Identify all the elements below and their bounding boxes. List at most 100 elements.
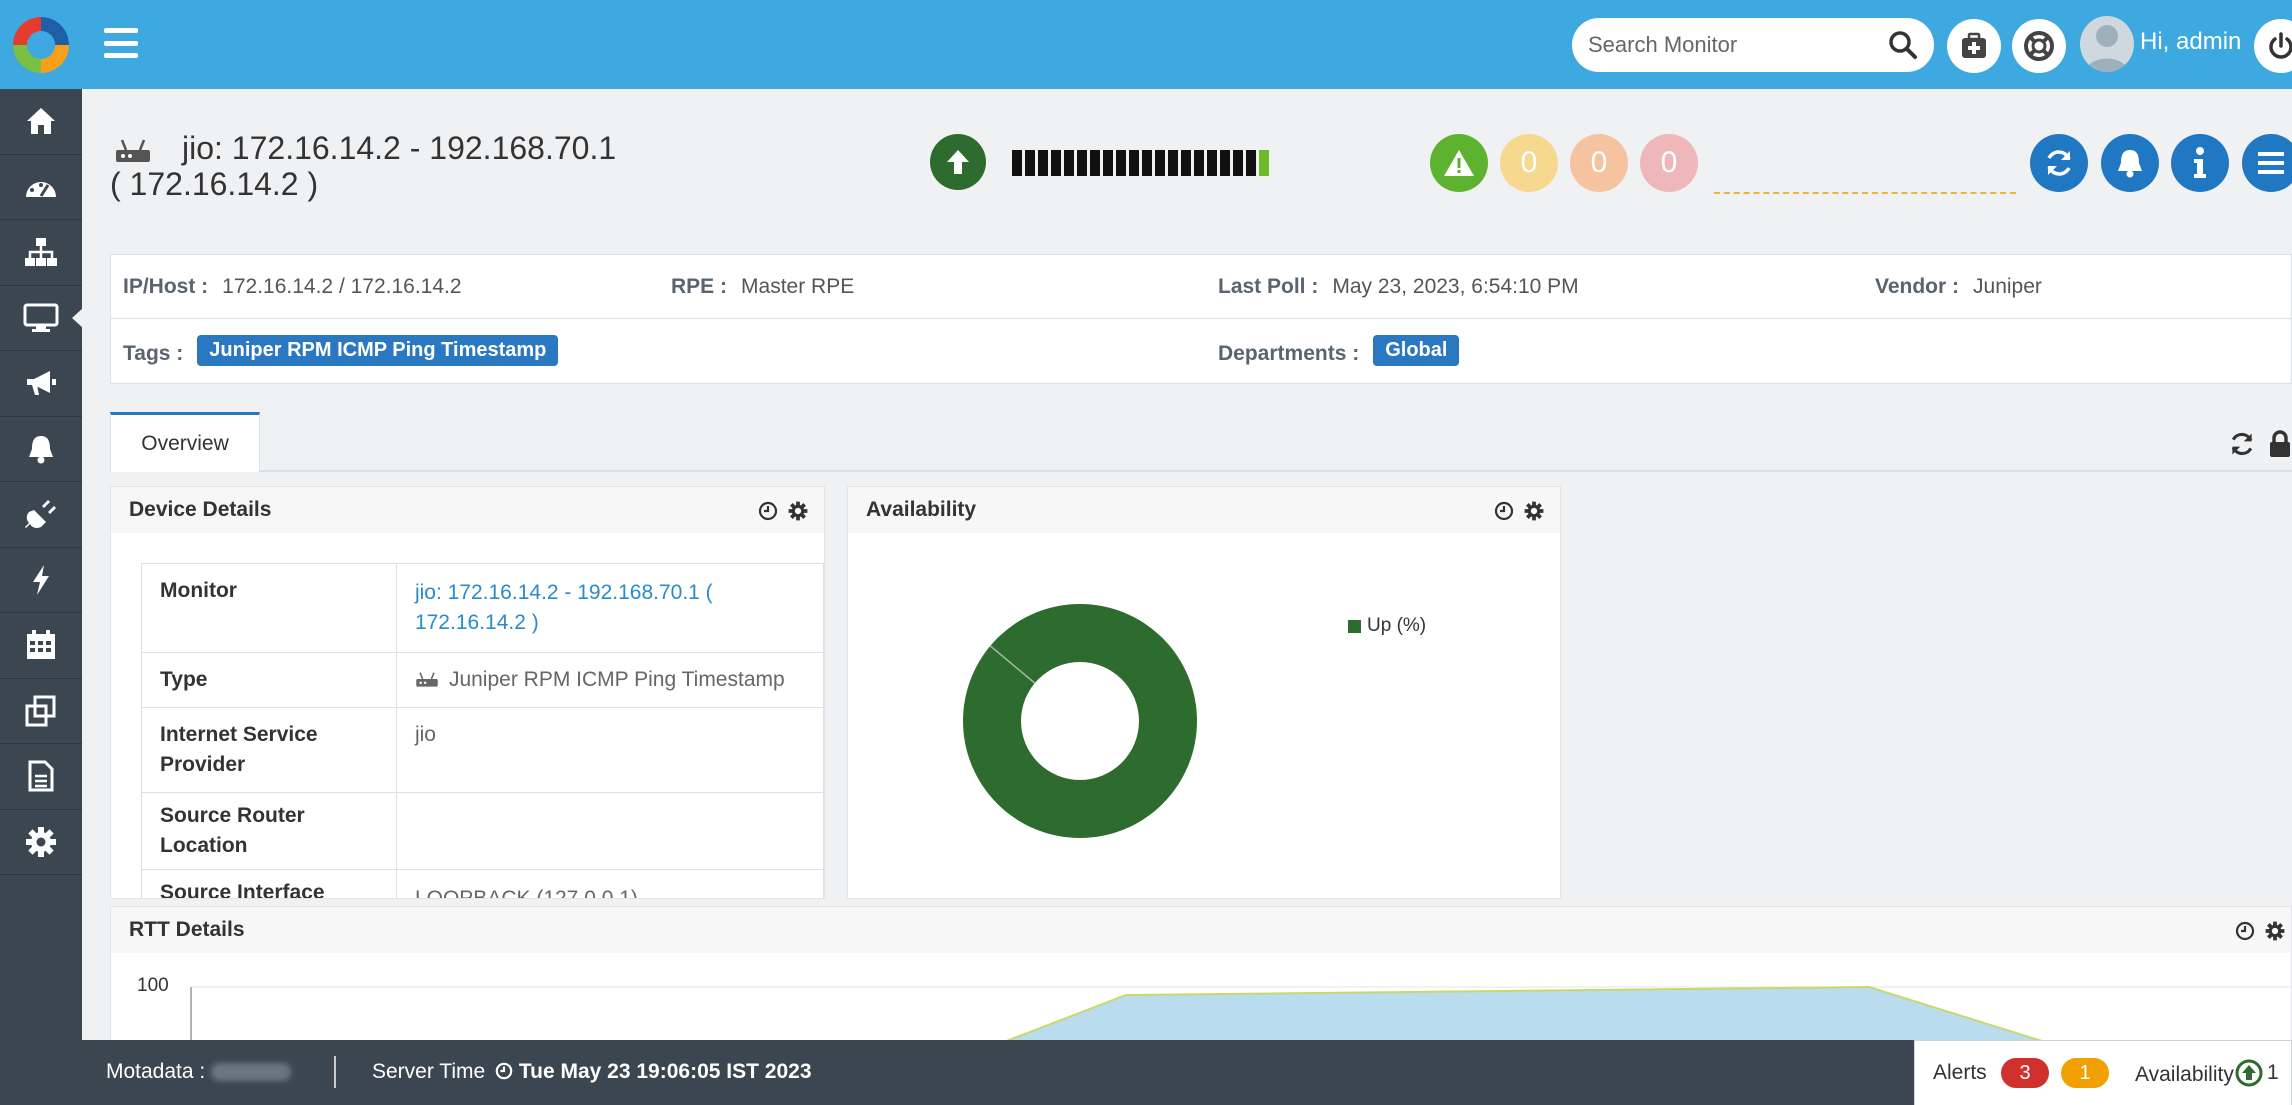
poll-status-bar [1129,150,1139,176]
poll-status-bar [1116,150,1126,176]
user-greeting[interactable]: Hi, admin [2140,28,2241,56]
lock-icon[interactable] [2268,430,2292,458]
poll-status-bar [1207,150,1217,176]
chart-legend[interactable]: Up (%) [1348,615,1426,637]
sidebar-item-home[interactable] [0,89,82,155]
search-box[interactable] [1572,18,1934,72]
legend-label: Up (%) [1367,615,1427,636]
sidebar-item-alerts[interactable] [0,417,82,482]
poll-status-bar [1051,150,1061,176]
dashboard-icon [26,181,56,197]
table-row: Internet Service Provider jio [141,707,824,793]
rtt-area-series [993,985,2058,1045]
info-icon [2194,147,2206,178]
warning-icon [1444,150,1474,176]
table-row: Source Router Location [141,792,824,870]
monitor-info-panel: IP/Host :172.16.14.2 / 172.16.14.2 RPE :… [110,254,2292,384]
tag-badge[interactable]: Juniper RPM ICMP Ping Timestamp [197,335,559,366]
poll-status-bar [1077,150,1087,176]
clock-icon [495,1062,513,1080]
warning-indicator[interactable] [1430,134,1488,192]
gear-icon[interactable] [2265,921,2285,941]
last-poll-field: Last Poll : May 23, 2023, 6:54:10 PM [1218,275,1579,298]
gear-icon[interactable] [788,501,808,521]
ip-host-field: IP/Host :172.16.14.2 / 172.16.14.2 [123,275,462,298]
widget-title: Device Details [129,498,272,521]
severity-count-critical[interactable]: 0 [1570,134,1628,192]
poll-status-bar [1090,150,1100,176]
motadata-version: Motadata : [106,1060,292,1084]
sidebar-item-settings[interactable] [0,810,82,875]
footer-divider [334,1056,336,1088]
sidebar-item-topology[interactable] [0,220,82,286]
availability-label: Availability [2135,1063,2234,1086]
poll-status-bar [1259,150,1269,176]
clock-icon[interactable] [1494,501,1514,521]
more-menu-button[interactable] [2242,134,2292,192]
sidebar-item-monitors[interactable] [0,286,83,351]
avatar[interactable] [2080,16,2134,72]
sidebar-item-reports[interactable] [0,744,82,810]
arrow-up-icon [947,150,969,174]
table-row: Type Juniper RPM ICMP Ping Timestamp [141,652,824,708]
rtt-details-widget: RTT Details 100 [110,906,2292,1046]
first-aid-button[interactable] [1947,19,2001,73]
sidebar-item-templates[interactable] [0,679,82,744]
vendor-field: Vendor : Juniper [1875,275,2042,298]
alerts-label: Alerts [1933,1061,1987,1084]
poll-status-bar [1064,150,1074,176]
alert-count-warning[interactable]: 1 [2061,1058,2109,1088]
table-row: Source Interface LOOPBACK (127.0.0.1) [141,869,824,898]
poll-status-bar [1246,150,1256,176]
list-icon [2258,152,2284,174]
bell-icon [2118,150,2142,178]
support-button[interactable] [2012,19,2066,73]
poll-status-bar [1142,150,1152,176]
clock-icon[interactable] [2235,921,2255,941]
poll-status-bar [1038,150,1048,176]
monitor-icon [23,303,59,332]
widget-header: Device Details [111,487,824,533]
widget-header: RTT Details [111,907,2291,953]
sidebar-item-plugins[interactable] [0,482,82,548]
availability-widget: Availability Up (%) [847,486,1561,899]
search-icon[interactable] [1888,30,1918,60]
info-button[interactable] [2171,134,2229,192]
sidebar-item-schedule[interactable] [0,613,82,679]
tabs-bar: Overview [110,412,2292,472]
legend-swatch [1348,619,1361,633]
report-icon [28,760,54,792]
topology-icon [25,238,57,267]
app-logo[interactable] [0,0,82,89]
availability-up-count[interactable]: 1 [2235,1059,2279,1087]
menu-toggle-button[interactable] [104,28,138,58]
tags-field: Tags : Juniper RPM ICMP Ping Timestamp [123,335,559,370]
monitor-link[interactable]: jio: 172.16.14.2 - 192.168.70.1 ( 172.16… [415,581,713,634]
rpe-field: RPE : Master RPE [671,275,855,298]
severity-count-major[interactable]: 0 [1500,134,1558,192]
donut-slice[interactable] [963,604,1197,838]
alert-count-critical[interactable]: 3 [2001,1058,2049,1088]
dashed-divider [1714,192,2016,194]
search-input[interactable] [1588,32,1888,58]
top-bar: Hi, admin [0,0,2292,89]
arrow-up-circle-icon [2235,1059,2263,1087]
tab-overview[interactable]: Overview [110,412,260,472]
sidebar-item-dashboard[interactable] [0,155,82,220]
severity-count-down[interactable]: 0 [1640,134,1698,192]
alerts-button[interactable] [2101,134,2159,192]
department-badge[interactable]: Global [1373,335,1460,366]
widget-title: Availability [866,498,977,521]
home-icon [27,108,55,135]
refresh-icon[interactable] [2228,430,2256,458]
gear-icon[interactable] [1524,501,1544,521]
sidebar-item-announcements[interactable] [0,351,82,417]
logout-button[interactable] [2254,19,2292,73]
logo-icon [13,16,69,73]
clock-icon[interactable] [758,501,778,521]
refresh-button[interactable] [2030,134,2088,192]
refresh-icon [2047,150,2071,176]
sidebar-item-actions[interactable] [0,548,82,613]
poll-status-bar [1012,150,1022,176]
poll-history-bar [1012,150,1269,176]
